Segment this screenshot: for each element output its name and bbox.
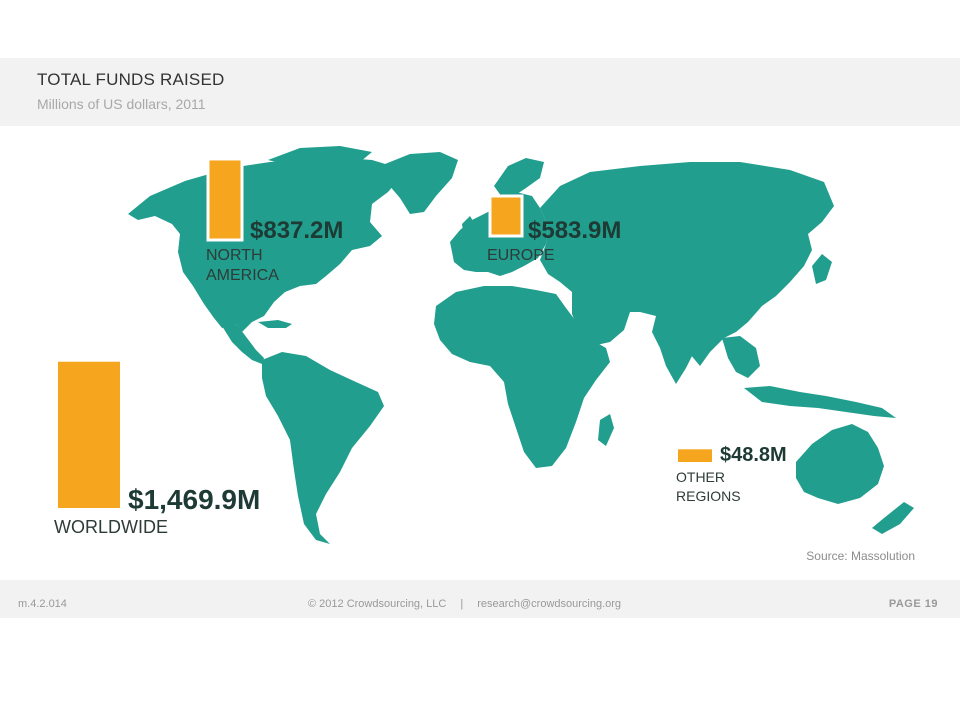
chart-title: TOTAL FUNDS RAISED [37, 70, 225, 89]
footer-email-link[interactable]: research@crowdsourcing.org [477, 598, 621, 610]
bar-worldwide [58, 361, 120, 508]
map-greenland [380, 152, 458, 214]
footer-page-number: PAGE 19 [888, 598, 938, 610]
value-label-north-america: $837.2M [250, 217, 343, 244]
bar-other-regions [678, 449, 712, 462]
map-australia [796, 424, 884, 504]
region-label-north-america: AMERICA [206, 267, 279, 284]
region-label-worldwide: WORLDWIDE [54, 517, 168, 537]
bar-europe [488, 194, 524, 238]
region-label-other-regions: REGIONS [676, 488, 741, 504]
chart-subtitle: Millions of US dollars, 2011 [37, 96, 206, 112]
footer-version: m.4.2.014 [18, 598, 67, 610]
map-southeast-asia [722, 336, 760, 378]
value-label-other-regions: $48.8M [720, 444, 787, 466]
map-indonesia [744, 386, 896, 418]
chart-svg: $837.2M NORTH AMERICA $583.9M EUROPE $48.8M OT… [54, 146, 914, 544]
map-caribbean [258, 320, 292, 328]
region-label-north-america: NORTH [206, 247, 263, 264]
map-new-zealand [872, 502, 914, 534]
source-note: Source: Massolution [806, 549, 915, 563]
bar-north-america [206, 157, 244, 242]
footer-copyright: © 2012 Crowdsourcing, LLC [308, 598, 447, 610]
header-band [0, 58, 960, 126]
world-map-chart: $837.2M NORTH AMERICA $583.9M EUROPE $48.8M OT… [0, 126, 960, 578]
footer-separator: | [460, 598, 464, 610]
map-north-america [128, 158, 400, 332]
map-japan [812, 254, 832, 284]
region-label-europe: EUROPE [487, 247, 555, 264]
region-label-other-regions: OTHER [676, 469, 725, 485]
value-label-worldwide: $1,469.9M [128, 484, 260, 515]
value-label-europe: $583.9M [528, 217, 621, 244]
map-madagascar [598, 414, 614, 446]
map-south-america [262, 352, 384, 544]
footer-center: © 2012 Crowdsourcing, LLC | research@crowd… [308, 598, 621, 610]
